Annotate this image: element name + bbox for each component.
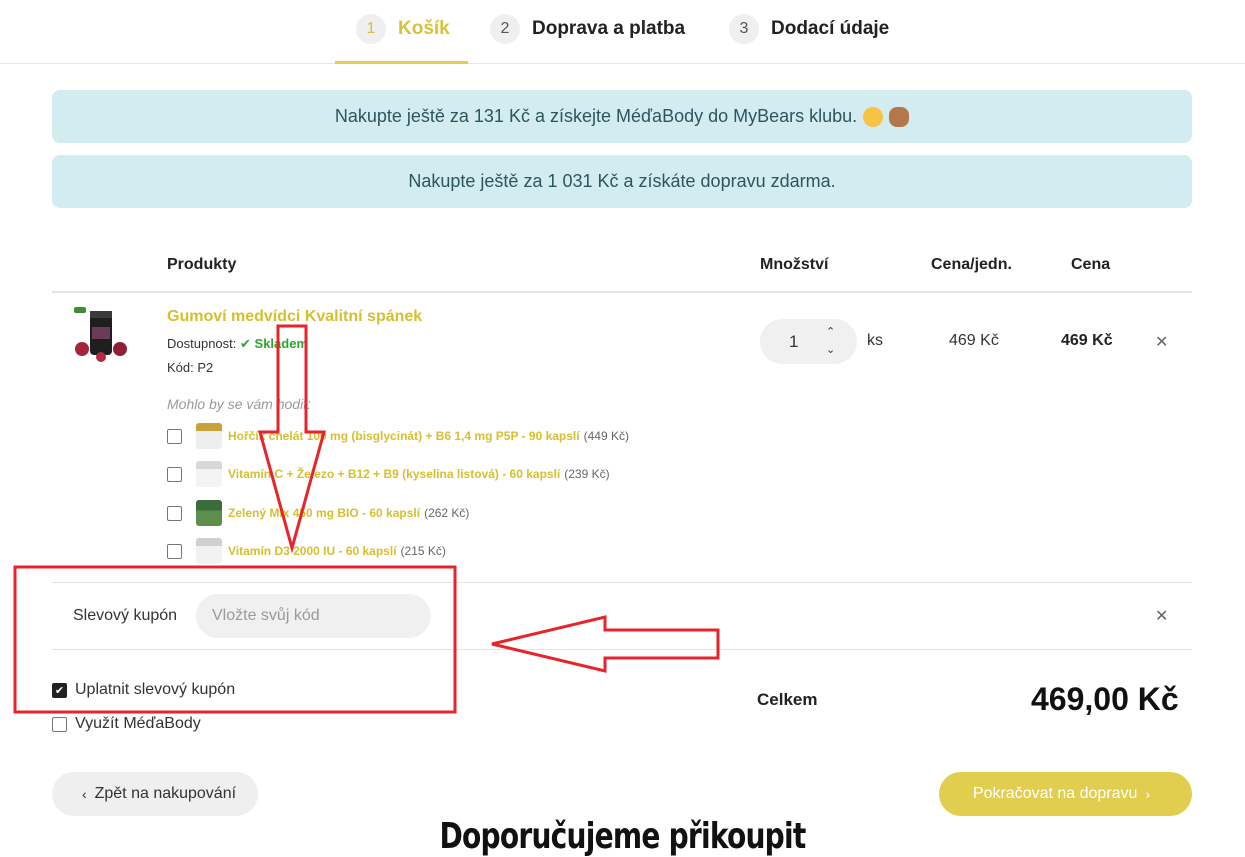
divider	[52, 649, 1192, 650]
suggestion-thumbnail	[196, 461, 222, 487]
checkout-steps: 1 Košík 2 Doprava a platba 3 Dodací údaj…	[0, 0, 1245, 64]
suggestion-checkbox[interactable]	[167, 505, 182, 521]
close-coupon-button[interactable]: ✕	[1155, 606, 1168, 626]
step-label: Košík	[398, 18, 450, 39]
suggestion-price: (239 Kč)	[564, 467, 610, 481]
suggestion-item[interactable]: Vitamín D3 2000 IU - 60 kapslí (215 Kč)	[167, 538, 446, 564]
row-price: 469 Kč	[1061, 332, 1113, 349]
step-number: 2	[490, 14, 520, 44]
suggestion-item[interactable]: Zelený Mix 450 mg BIO - 60 kapslí (262 K…	[167, 500, 470, 526]
total-label: Celkem	[757, 690, 818, 709]
step-shipping-payment[interactable]: 2 Doprava a platba	[490, 12, 685, 46]
suggestion-checkbox[interactable]	[167, 543, 182, 559]
step-delivery-details[interactable]: 3 Dodací údaje	[729, 12, 889, 46]
suggestion-thumbnail	[196, 500, 222, 526]
suggestion-name-link[interactable]: Hořčík chelát 100 mg (bisglycinát) + B6 …	[228, 429, 580, 443]
club-banner: Nakupte ještě za 131 Kč a získejte MéďaB…	[52, 90, 1192, 143]
bear-face-icon	[889, 106, 910, 127]
suggestion-item[interactable]: Vitamín C + Železo + B12 + B9 (kyselina …	[167, 461, 610, 487]
remove-item-button[interactable]: ✕	[1155, 332, 1168, 352]
chevron-down-icon[interactable]: ⌄	[826, 343, 835, 356]
step-label: Doprava a platba	[532, 18, 686, 39]
free-shipping-banner-text: Nakupte ještě za 1 031 Kč a získáte dopr…	[408, 171, 836, 191]
apply-coupon-label: Uplatnit slevový kupón	[75, 681, 236, 698]
product-image[interactable]	[70, 305, 132, 363]
step-cart[interactable]: 1 Košík	[356, 12, 450, 46]
column-header-quantity: Množství	[760, 256, 829, 273]
club-banner-text: Nakupte ještě za 131 Kč a získejte MéďaB…	[334, 106, 858, 126]
step-number: 3	[729, 14, 759, 44]
recommend-heading: Doporučujeme přikoupit	[439, 816, 807, 857]
quantity-stepper[interactable]	[760, 319, 857, 364]
next-button-label: Pokračovat na dopravu	[972, 785, 1138, 802]
column-header-unit-price: Cena/jedn.	[931, 256, 1012, 273]
quantity-value[interactable]: 1	[789, 332, 798, 352]
use-medabody-checkbox[interactable]: Využít MéďaBody	[52, 715, 201, 733]
check-icon: ✔	[240, 336, 251, 351]
back-to-shopping-button[interactable]: ‹ Zpět na nakupování	[52, 772, 258, 816]
apply-coupon-checkbox[interactable]: ✔ Uplatnit slevový kupón	[52, 681, 235, 699]
hugging-face-icon	[863, 106, 884, 127]
column-header-price: Cena	[1071, 256, 1111, 273]
suggestion-name-link[interactable]: Vitamín C + Železo + B12 + B9 (kyselina …	[228, 467, 560, 481]
total-value: 469,00 Kč	[1031, 681, 1179, 717]
suggestion-name-link[interactable]: Zelený Mix 450 mg BIO - 60 kapslí	[228, 506, 420, 520]
back-button-label: Zpět na nakupování	[94, 785, 237, 802]
suggestion-price: (449 Kč)	[583, 429, 629, 443]
suggestion-name-link[interactable]: Vitamín D3 2000 IU - 60 kapslí	[228, 544, 397, 558]
suggestion-thumbnail	[196, 423, 222, 449]
suggestion-item[interactable]: Hořčík chelát 100 mg (bisglycinát) + B6 …	[167, 423, 629, 449]
availability: Dostupnost: ✔ Skladem	[167, 336, 308, 352]
chevron-up-icon[interactable]: ⌃	[826, 325, 835, 338]
suggestions-title: Mohlo by se vám hodit:	[167, 396, 311, 412]
divider	[52, 291, 1192, 293]
divider	[52, 582, 1192, 583]
product-code: Kód: P2	[167, 360, 214, 375]
availability-value: Skladem	[254, 336, 309, 351]
step-number: 1	[356, 14, 386, 44]
coupon-label: Slevový kupón	[73, 607, 178, 624]
chevron-right-icon: ›	[1145, 786, 1151, 802]
use-medabody-label: Využít MéďaBody	[75, 715, 201, 732]
availability-label: Dostupnost:	[167, 336, 237, 351]
active-step-underline	[335, 61, 468, 64]
quantity-unit: ks	[867, 332, 883, 349]
suggestion-price: (215 Kč)	[400, 544, 446, 558]
step-label: Dodací údaje	[771, 18, 890, 39]
suggestion-price: (262 Kč)	[424, 506, 470, 520]
coupon-code-input[interactable]	[196, 594, 431, 638]
product-name-link[interactable]: Gumoví medvídci Kvalitní spánek	[167, 308, 422, 326]
continue-to-shipping-button[interactable]: Pokračovat na dopravu ›	[939, 772, 1192, 816]
chevron-left-icon: ‹	[81, 786, 87, 802]
checkmark-icon[interactable]: ✔	[52, 682, 67, 698]
free-shipping-banner: Nakupte ještě za 1 031 Kč a získáte dopr…	[52, 155, 1192, 208]
checkbox-box[interactable]	[52, 716, 67, 732]
suggestion-checkbox[interactable]	[167, 466, 182, 482]
unit-price: 469 Kč	[949, 332, 999, 349]
annotation-arrow-left	[491, 615, 720, 673]
suggestion-checkbox[interactable]	[167, 428, 182, 444]
column-header-products: Produkty	[167, 256, 237, 273]
suggestion-thumbnail	[196, 538, 222, 564]
